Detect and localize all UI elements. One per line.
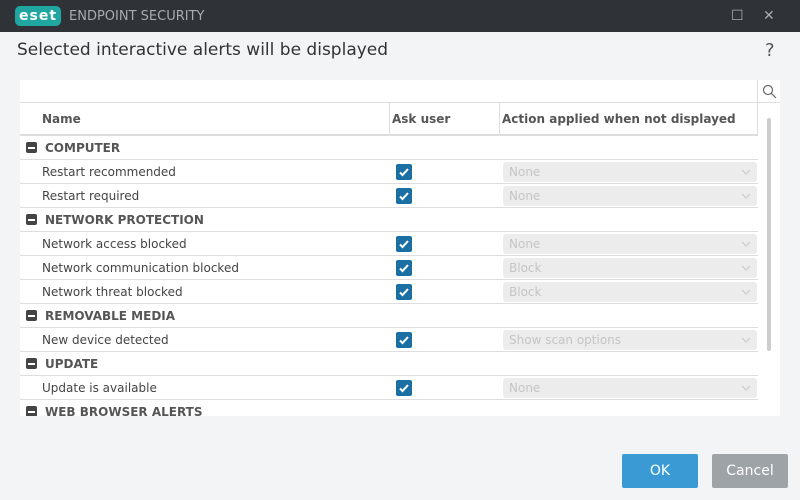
action-value: None <box>509 164 541 179</box>
collapse-icon[interactable] <box>26 142 37 153</box>
action-value: Block <box>509 284 542 299</box>
table-row: New device detected Show scan options <box>20 328 758 352</box>
checkmark-icon <box>399 287 409 296</box>
chevron-down-icon <box>741 193 751 199</box>
help-icon[interactable]: ? <box>765 40 775 61</box>
group-label: REMOVABLE MEDIA <box>45 308 176 323</box>
collapse-icon[interactable] <box>26 310 37 321</box>
title-bar: eset ENDPOINT SECURITY ☐ ✕ <box>0 0 800 32</box>
table-row: Network threat blocked Block <box>20 280 758 304</box>
alert-name: Network access blocked <box>42 236 187 251</box>
product-name: ENDPOINT SECURITY <box>69 8 205 24</box>
checkmark-icon <box>399 383 409 392</box>
ask-user-cell <box>390 235 500 252</box>
checkmark-icon <box>399 263 409 272</box>
table-row: Restart recommended None <box>20 160 758 184</box>
ok-button[interactable]: OK <box>622 454 698 488</box>
action-value: None <box>509 188 541 203</box>
ask-user-checkbox[interactable] <box>396 379 412 396</box>
ask-user-checkbox[interactable] <box>396 259 412 276</box>
chevron-down-icon <box>741 337 751 343</box>
ask-user-cell <box>390 379 500 396</box>
action-value: None <box>509 380 541 395</box>
chevron-down-icon <box>741 169 751 175</box>
group-row: WEB BROWSER ALERTS <box>20 400 758 416</box>
table-header: Name Ask user Action applied when not di… <box>20 103 758 136</box>
checkmark-icon <box>399 335 409 344</box>
search-icon[interactable] <box>757 80 780 103</box>
checkmark-icon <box>399 239 409 248</box>
alert-name: Restart required <box>42 188 140 203</box>
column-header-action[interactable]: Action applied when not displayed <box>500 103 758 134</box>
close-icon[interactable]: ✕ <box>763 8 775 24</box>
alert-name: Update is available <box>42 380 157 395</box>
page-title: Selected interactive alerts will be disp… <box>17 40 389 60</box>
table-row: Update is available None <box>20 376 758 400</box>
checkmark-icon <box>399 191 409 200</box>
group-row: COMPUTER <box>20 136 758 160</box>
ask-user-cell <box>390 259 500 276</box>
action-dropdown[interactable]: None <box>503 233 757 254</box>
group-label: COMPUTER <box>45 140 121 155</box>
checkmark-icon <box>399 167 409 176</box>
chevron-down-icon <box>741 241 751 247</box>
table-body: COMPUTER Restart recommended None Restart … <box>20 136 780 416</box>
maximize-icon[interactable]: ☐ <box>731 8 744 24</box>
cancel-button[interactable]: Cancel <box>712 454 788 488</box>
action-value: Block <box>509 260 542 275</box>
chevron-down-icon <box>741 385 751 391</box>
action-value: None <box>509 236 541 251</box>
collapse-icon[interactable] <box>26 214 37 225</box>
group-label: WEB BROWSER ALERTS <box>45 404 203 417</box>
ask-user-cell <box>390 283 500 300</box>
action-dropdown[interactable]: Block <box>503 281 757 302</box>
column-header-ask-user[interactable]: Ask user <box>390 103 500 134</box>
group-row: REMOVABLE MEDIA <box>20 304 758 328</box>
action-value: Show scan options <box>509 332 622 347</box>
action-dropdown[interactable]: Block <box>503 257 757 278</box>
ask-user-checkbox[interactable] <box>396 331 412 348</box>
table-row: Network access blocked None <box>20 232 758 256</box>
ask-user-checkbox[interactable] <box>396 283 412 300</box>
alert-name: Network communication blocked <box>42 260 239 275</box>
chevron-down-icon <box>741 265 751 271</box>
collapse-icon[interactable] <box>26 358 37 369</box>
search-bar <box>20 80 780 103</box>
alert-name: New device detected <box>42 332 169 347</box>
group-label: UPDATE <box>45 356 99 371</box>
alert-name: Restart recommended <box>42 164 176 179</box>
alerts-table: Name Ask user Action applied when not di… <box>20 80 780 416</box>
ask-user-cell <box>390 331 500 348</box>
collapse-icon[interactable] <box>26 406 37 416</box>
scrollbar[interactable] <box>767 118 771 351</box>
alert-name: Network threat blocked <box>42 284 183 299</box>
eset-logo: eset <box>15 6 62 26</box>
action-dropdown[interactable]: None <box>503 377 757 398</box>
column-header-name[interactable]: Name <box>20 103 390 134</box>
table-row: Network communication blocked Block <box>20 256 758 280</box>
ask-user-checkbox[interactable] <box>396 235 412 252</box>
table-row: Restart required None <box>20 184 758 208</box>
action-dropdown[interactable]: Show scan options <box>503 329 757 350</box>
group-row: NETWORK PROTECTION <box>20 208 758 232</box>
ask-user-cell <box>390 187 500 204</box>
action-dropdown[interactable]: None <box>503 161 757 182</box>
action-dropdown[interactable]: None <box>503 185 757 206</box>
ask-user-checkbox[interactable] <box>396 163 412 180</box>
ask-user-checkbox[interactable] <box>396 187 412 204</box>
ask-user-cell <box>390 163 500 180</box>
chevron-down-icon <box>741 289 751 295</box>
group-row: UPDATE <box>20 352 758 376</box>
group-label: NETWORK PROTECTION <box>45 212 204 227</box>
